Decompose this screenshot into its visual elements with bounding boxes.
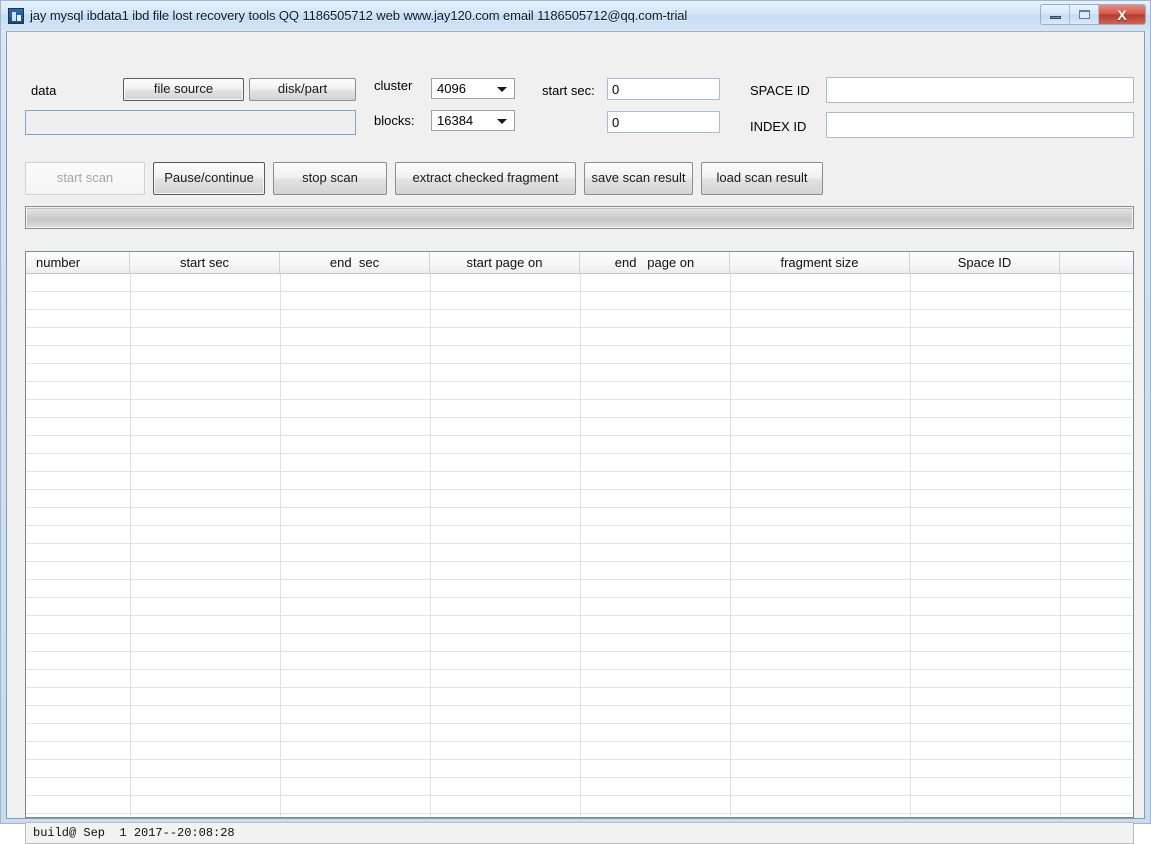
minimize-button[interactable]	[1041, 5, 1070, 24]
table-column-header[interactable]: end sec	[280, 252, 430, 273]
table-row[interactable]	[26, 580, 1133, 598]
pause-continue-button[interactable]: Pause/continue	[153, 162, 265, 195]
space-id-label: SPACE ID	[750, 83, 810, 98]
disk-part-button[interactable]: disk/part	[249, 78, 356, 101]
index-id-input[interactable]	[826, 112, 1134, 138]
status-bar: build@ Sep 1 2017--20:08:28	[25, 822, 1134, 844]
table-row[interactable]	[26, 562, 1133, 580]
build-info-text: build@ Sep 1 2017--20:08:28	[33, 826, 235, 840]
table-row[interactable]	[26, 490, 1133, 508]
chevron-down-icon	[497, 87, 507, 92]
table-row[interactable]	[26, 292, 1133, 310]
table-row[interactable]	[26, 418, 1133, 436]
table-column-header[interactable]: start page on	[430, 252, 580, 273]
table-row[interactable]	[26, 508, 1133, 526]
cluster-select[interactable]: 4096	[431, 78, 515, 99]
load-scan-result-button[interactable]: load scan result	[701, 162, 823, 195]
table-row[interactable]	[26, 364, 1133, 382]
table-header-row: numberstart secend secstart page onend p…	[26, 252, 1133, 274]
table-row[interactable]	[26, 328, 1133, 346]
progress-track	[27, 208, 1132, 227]
maximize-icon	[1079, 10, 1090, 19]
table-column-header[interactable]: Space ID	[910, 252, 1060, 273]
end-sec-input[interactable]: 0	[607, 111, 720, 133]
table-row[interactable]	[26, 760, 1133, 778]
window-title: jay mysql ibdata1 ibd file lost recovery…	[30, 8, 687, 23]
stop-scan-button[interactable]: stop scan	[273, 162, 387, 195]
table-row[interactable]	[26, 310, 1133, 328]
chevron-down-icon	[497, 119, 507, 124]
table-row[interactable]	[26, 382, 1133, 400]
table-row[interactable]	[26, 706, 1133, 724]
file-source-button[interactable]: file source	[123, 78, 244, 101]
index-id-label: INDEX ID	[750, 119, 806, 134]
start-scan-button[interactable]: start scan	[25, 162, 145, 195]
table-row[interactable]	[26, 400, 1133, 418]
app-icon	[8, 8, 24, 24]
table-row[interactable]	[26, 796, 1133, 814]
client-area: data file source disk/part cluster 4096 …	[6, 31, 1145, 819]
blocks-select[interactable]: 16384	[431, 110, 515, 131]
table-row[interactable]	[26, 634, 1133, 652]
table-body[interactable]	[26, 274, 1133, 817]
maximize-button[interactable]	[1070, 5, 1099, 24]
table-row[interactable]	[26, 274, 1133, 292]
table-row[interactable]	[26, 346, 1133, 364]
table-row[interactable]	[26, 526, 1133, 544]
table-row[interactable]	[26, 724, 1133, 742]
data-label: data	[31, 83, 56, 98]
table-row[interactable]	[26, 742, 1133, 760]
start-sec-input[interactable]: 0	[607, 78, 720, 100]
window-controls: X	[1040, 4, 1146, 25]
table-row[interactable]	[26, 778, 1133, 796]
title-bar: jay mysql ibdata1 ibd file lost recovery…	[1, 1, 1150, 30]
table-row[interactable]	[26, 814, 1133, 818]
table-column-header[interactable]: end page on	[580, 252, 730, 273]
blocks-label: blocks:	[374, 113, 414, 128]
scan-results-table[interactable]: numberstart secend secstart page onend p…	[25, 251, 1134, 818]
table-row[interactable]	[26, 472, 1133, 490]
table-row[interactable]	[26, 544, 1133, 562]
scan-progress-bar	[25, 206, 1134, 229]
table-row[interactable]	[26, 616, 1133, 634]
application-window: jay mysql ibdata1 ibd file lost recovery…	[0, 0, 1151, 824]
cluster-selected-value: 4096	[437, 81, 466, 96]
table-row[interactable]	[26, 688, 1133, 706]
data-path-input[interactable]	[25, 110, 356, 135]
blocks-selected-value: 16384	[437, 113, 473, 128]
table-column-header[interactable]: start sec	[130, 252, 280, 273]
table-row[interactable]	[26, 652, 1133, 670]
table-column-header[interactable]: fragment size	[730, 252, 910, 273]
save-scan-result-button[interactable]: save scan result	[584, 162, 693, 195]
close-icon: X	[1117, 8, 1126, 22]
start-sec-label: start sec:	[542, 83, 595, 98]
space-id-input[interactable]	[826, 77, 1134, 103]
cluster-label: cluster	[374, 78, 412, 93]
table-column-header[interactable]: number	[26, 252, 130, 273]
extract-checked-fragment-button[interactable]: extract checked fragment	[395, 162, 576, 195]
close-button[interactable]: X	[1099, 5, 1145, 24]
table-row[interactable]	[26, 436, 1133, 454]
minimize-icon	[1050, 16, 1061, 19]
table-column-header[interactable]	[1060, 252, 1133, 273]
table-row[interactable]	[26, 454, 1133, 472]
table-row[interactable]	[26, 598, 1133, 616]
table-row[interactable]	[26, 670, 1133, 688]
